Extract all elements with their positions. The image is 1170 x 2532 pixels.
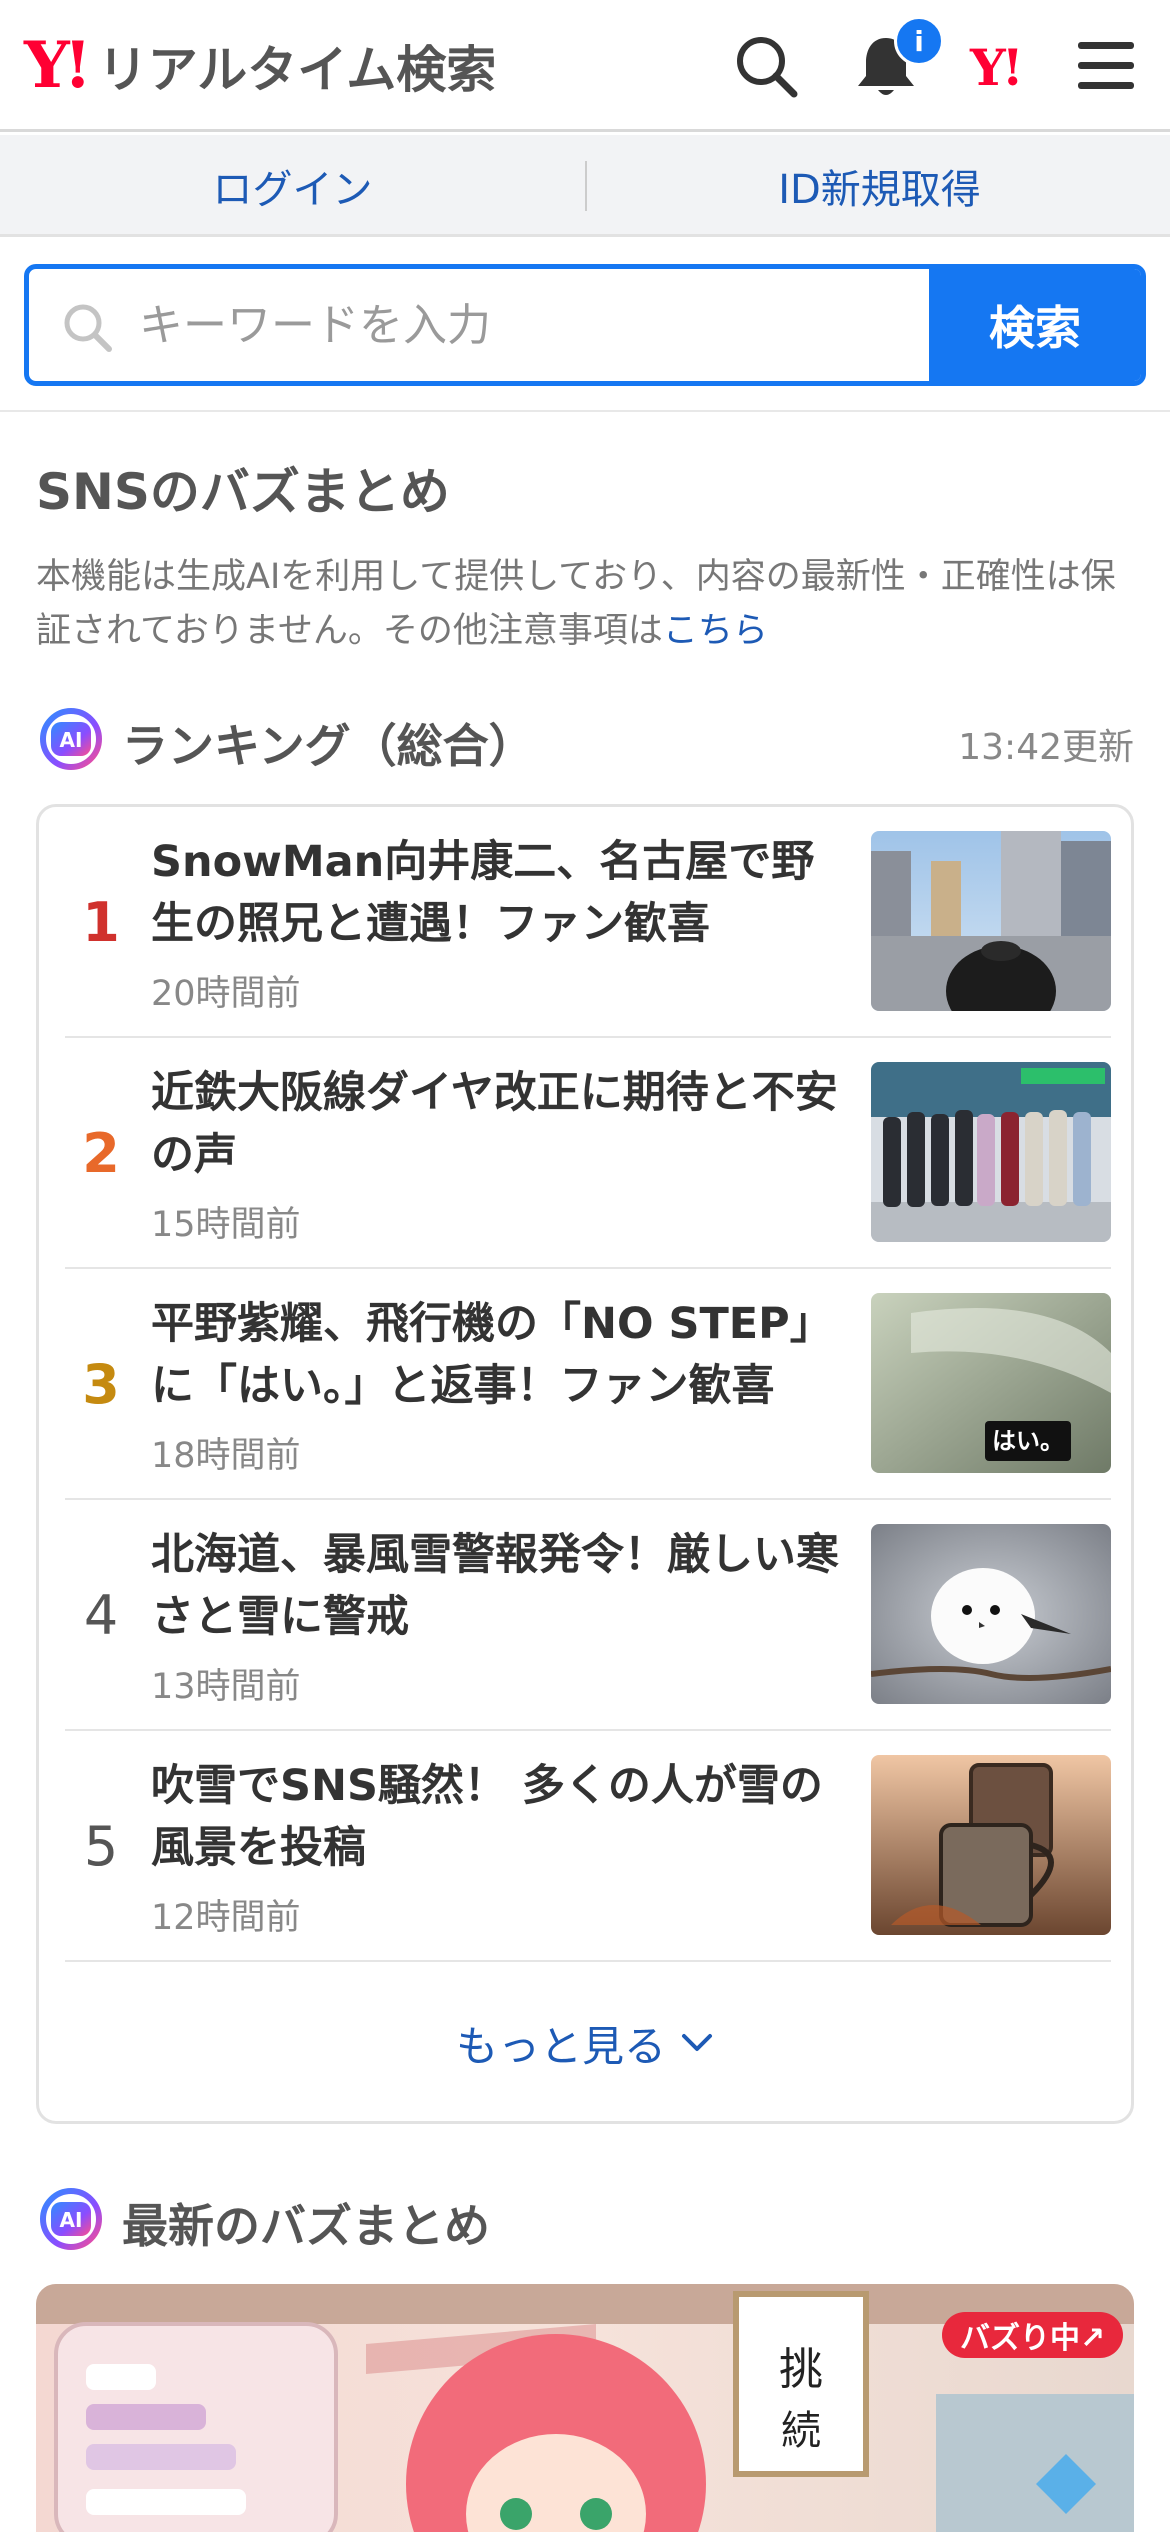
latest-buzz-heading: 最新のバズまとめ: [122, 2199, 490, 2253]
login-bar: ログイン ID新規取得: [0, 135, 1170, 237]
show-more-label: もっと見る: [455, 2021, 666, 2071]
ranking-time: 13時間前: [151, 1667, 301, 1707]
ranking-time: 15時間前: [151, 1205, 301, 1245]
ai-badge-icon: AI: [40, 708, 102, 770]
search-icon[interactable]: [732, 32, 800, 100]
search-button[interactable]: 検索: [929, 269, 1141, 381]
page: Y! リアルタイム検索 i Y! ログイン ID新規取得 検索: [0, 0, 1170, 2532]
svg-text:続: 続: [781, 2408, 821, 2454]
ranking-item[interactable]: 2 近鉄大阪線ダイヤ改正に期待と不安の声 15時間前: [65, 1038, 1111, 1269]
ranking-time: 18時間前: [151, 1436, 301, 1476]
ranking-title[interactable]: 近鉄大阪線ダイヤ改正に期待と不安の声: [151, 1062, 851, 1186]
rank-number: 1: [82, 891, 120, 954]
ranking-card: 1 SnowMan向井康二、名古屋で野生の照兄と遭遇！ファン歓喜 20時間前 2…: [36, 804, 1134, 2124]
ranking-thumbnail[interactable]: [871, 1524, 1111, 1704]
latest-buzz-card[interactable]: 挑 続 バズり中↗: [36, 2284, 1134, 2532]
ranking-item[interactable]: 3 平野紫耀、飛行機の「NO STEP」に「はい。」と返事！ファン歓喜 18時間…: [65, 1269, 1111, 1500]
ai-badge-text: AI: [60, 728, 83, 752]
notice-link[interactable]: こちら: [663, 611, 768, 651]
yahoo-logo-mark: Y!: [24, 28, 92, 103]
register-link[interactable]: ID新規取得: [587, 135, 1170, 237]
login-link[interactable]: ログイン: [0, 135, 585, 237]
ranking-thumbnail[interactable]: [871, 1062, 1111, 1242]
ranking-thumbnail[interactable]: [871, 831, 1111, 1011]
ranking-thumbnail[interactable]: [871, 1755, 1111, 1935]
notification-badge: i: [894, 16, 944, 66]
ranking-thumbnail[interactable]: はい。: [871, 1293, 1111, 1473]
search-box: 検索: [24, 264, 1146, 386]
ranking-time: 12時間前: [151, 1898, 301, 1938]
ai-badge-text: AI: [60, 2208, 83, 2232]
section-title: SNSのバズまとめ: [36, 463, 450, 521]
rank-number: 4: [83, 1584, 119, 1647]
rank-number: 2: [82, 1122, 120, 1185]
menu-icon[interactable]: [1072, 32, 1140, 100]
rank-number: 3: [82, 1353, 120, 1416]
notice-text: 本機能は生成AIを利用して提供しており、内容の最新性・正確性は保証されておりませ…: [36, 557, 1116, 651]
show-more-button[interactable]: もっと見る: [39, 1993, 1131, 2093]
ai-badge-icon: AI: [40, 2188, 102, 2250]
ranking-item[interactable]: 4 北海道、暴風雪警報発令！厳しい寒さと雪に警戒 13時間前: [65, 1500, 1111, 1731]
ranking-item[interactable]: 5 吹雪でSNS騒然！ 多くの人が雪の風景を投稿 12時間前: [65, 1731, 1111, 1962]
logo-text: リアルタイム検索: [97, 41, 497, 99]
site-logo[interactable]: Y! リアルタイム検索: [24, 30, 496, 102]
ranking-item[interactable]: 1 SnowMan向井康二、名古屋で野生の照兄と遭遇！ファン歓喜 20時間前: [65, 807, 1111, 1038]
ranking-title[interactable]: 平野紫耀、飛行機の「NO STEP」に「はい。」と返事！ファン歓喜: [151, 1293, 851, 1417]
yahoo-top-link[interactable]: Y!: [970, 38, 1024, 97]
chevron-down-icon: [682, 2034, 712, 2051]
ranking-heading: ランキング（総合）: [122, 719, 535, 773]
svg-text:挑: 挑: [779, 2344, 823, 2395]
app-header: Y! リアルタイム検索 i Y!: [0, 0, 1170, 132]
search-input[interactable]: [139, 269, 939, 381]
divider: [0, 410, 1170, 412]
ranking-title[interactable]: SnowMan向井康二、名古屋で野生の照兄と遭遇！ファン歓喜: [151, 831, 851, 955]
buzz-badge: バズり中↗: [942, 2312, 1124, 2358]
search-field-icon: [64, 304, 112, 352]
ranking-updated-time: 13:42更新: [958, 727, 1134, 768]
ai-notice: 本機能は生成AIを利用して提供しており、内容の最新性・正確性は保証されておりませ…: [36, 550, 1136, 658]
rank-number: 5: [83, 1815, 119, 1878]
thumbnail-caption: はい。: [992, 1427, 1064, 1455]
ranking-title[interactable]: 北海道、暴風雪警報発令！厳しい寒さと雪に警戒: [151, 1524, 851, 1648]
ranking-time: 20時間前: [151, 974, 301, 1014]
ranking-title[interactable]: 吹雪でSNS騒然！ 多くの人が雪の風景を投稿: [151, 1755, 851, 1879]
